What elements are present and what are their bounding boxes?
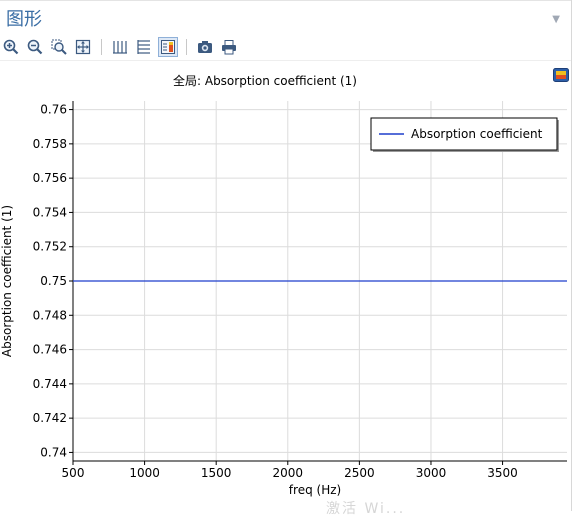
zoom-out-button[interactable] [26, 38, 44, 56]
legend-toggle-icon [161, 40, 175, 54]
zoom-out-icon [27, 39, 43, 55]
y-tick-label: 0.746 [33, 343, 67, 357]
x-tick-label: 2500 [344, 466, 375, 480]
x-grid-button[interactable] [111, 38, 129, 56]
top-border [0, 0, 572, 1]
y-tick-label: 0.754 [33, 205, 67, 219]
toolbar-divider [0, 60, 571, 61]
y-grid-button[interactable] [135, 38, 153, 56]
image-plot-icon [553, 68, 569, 82]
camera-icon [198, 41, 212, 53]
x-axis-label: freq (Hz) [289, 483, 341, 497]
zoom-in-button[interactable] [2, 38, 20, 56]
plot-area [73, 101, 567, 461]
zoom-in-icon [3, 39, 19, 55]
watermark-text: 激活 Wi... [326, 501, 406, 517]
right-border [571, 0, 572, 511]
window-title: 图形 [6, 9, 42, 30]
y-tick-label: 0.758 [33, 137, 67, 151]
chart-title: 全局: Absorption coefficient (1) [173, 74, 357, 88]
y-axis-label: Absorption coefficient (1) [0, 205, 14, 357]
y-tick-label: 0.752 [33, 240, 67, 254]
x-tick-label: 3500 [487, 466, 518, 480]
legend-label: Absorption coefficient [411, 127, 543, 141]
x-tick-label: 1000 [129, 466, 160, 480]
zoom-extents-icon [75, 39, 91, 55]
y-tick-label: 0.742 [33, 411, 67, 425]
toolbar-separator [101, 39, 102, 55]
image-snapshot-button[interactable] [196, 38, 214, 56]
x-grid-icon [113, 41, 127, 54]
toolbar [2, 37, 244, 57]
y-grid-icon [137, 40, 150, 54]
y-tick-label: 0.75 [40, 274, 67, 288]
y-tick-label: 0.74 [40, 445, 67, 459]
panel-menu-chevron-icon[interactable]: ▼ [552, 14, 560, 25]
zoom-box-button[interactable] [50, 38, 68, 56]
x-tick-label: 3000 [416, 466, 447, 480]
zoom-extents-button[interactable] [74, 38, 92, 56]
x-tick-label: 2000 [273, 466, 304, 480]
y-tick-label: 0.76 [40, 103, 67, 117]
print-icon [222, 40, 236, 55]
y-tick-label: 0.748 [33, 308, 67, 322]
plot-settings-button[interactable] [553, 67, 569, 82]
print-button[interactable] [220, 38, 238, 56]
zoom-box-icon [51, 39, 67, 55]
legend-box [370, 117, 558, 151]
y-tick-label: 0.756 [33, 171, 67, 185]
legend-shadow [373, 120, 559, 152]
toolbar-separator [186, 39, 187, 55]
x-tick-label: 500 [62, 466, 85, 480]
x-tick-label: 1500 [201, 466, 232, 480]
legend-toggle-button[interactable] [158, 37, 178, 57]
y-tick-label: 0.744 [33, 377, 67, 391]
